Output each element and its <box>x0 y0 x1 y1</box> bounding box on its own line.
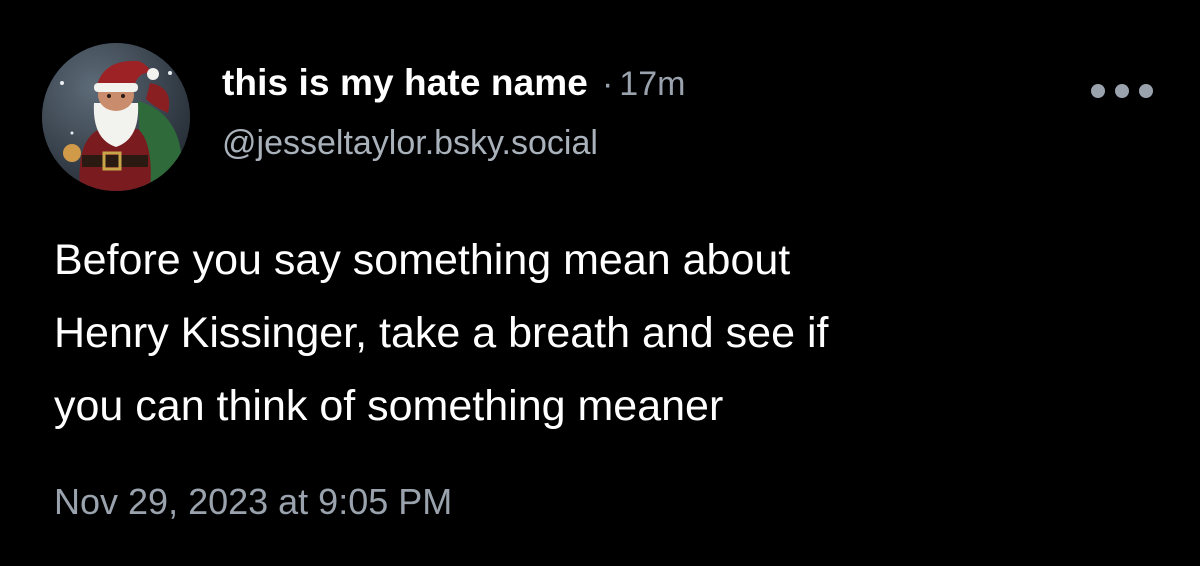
post-text-line: you can think of something meaner <box>54 382 724 430</box>
relative-time[interactable]: 17m <box>619 65 685 104</box>
author-display-name[interactable]: this is my hate name <box>222 62 588 104</box>
santa-avatar-icon <box>42 43 190 191</box>
post-text: Before you say something mean about Henr… <box>54 224 1154 443</box>
separator-dot: · <box>601 65 614 103</box>
post-card: this is my hate name · 17m @jesseltaylor… <box>0 0 1200 566</box>
post-text-line: Henry Kissinger, take a breath and see i… <box>54 309 829 357</box>
avatar[interactable] <box>42 43 190 191</box>
more-options-icon <box>1091 84 1105 98</box>
more-options-button[interactable] <box>1091 76 1153 106</box>
post-timestamp[interactable]: Nov 29, 2023 at 9:05 PM <box>54 481 452 523</box>
more-options-icon <box>1139 84 1153 98</box>
author-handle[interactable]: @jesseltaylor.bsky.social <box>222 124 598 163</box>
post-text-line: Before you say something mean about <box>54 236 791 284</box>
author-row: this is my hate name · 17m <box>222 62 685 118</box>
more-options-icon <box>1115 84 1129 98</box>
